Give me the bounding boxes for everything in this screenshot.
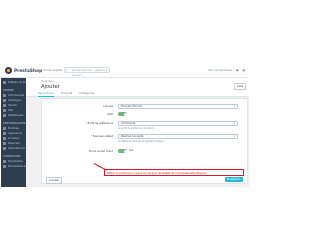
field-label: Actif bbox=[107, 113, 113, 116]
sidebar-item-dashboard[interactable]: Tableau de bord bbox=[3, 81, 29, 84]
tab-categories[interactable]: Catégories bbox=[79, 91, 94, 97]
form-row-active: Actif bbox=[42, 112, 249, 118]
profile-icon[interactable]: ● bbox=[243, 68, 245, 72]
tab-products[interactable]: Produits bbox=[61, 91, 72, 97]
form-row-language: Langue Français (French) ▾ bbox=[42, 104, 249, 110]
cancel-button[interactable]: Annuler bbox=[46, 177, 62, 184]
sidebar-item-international[interactable]: International bbox=[3, 147, 25, 150]
logo-text: PrestaShop bbox=[14, 68, 43, 73]
field-label-text: Nouveau statut bbox=[93, 135, 113, 138]
select-value: Commande bbox=[121, 122, 136, 125]
help-button[interactable]: Aide bbox=[234, 83, 246, 90]
sidebar-item-appearance[interactable]: Apparence bbox=[3, 132, 22, 135]
highlighted-notice: Définir un profil pour un pays ou une po… bbox=[104, 169, 244, 176]
help-text: Le profil de préférence du client... bbox=[118, 127, 156, 130]
chevron-down-icon: ▾ bbox=[233, 135, 235, 138]
payment-icon bbox=[3, 142, 6, 145]
view-shop-link[interactable]: Voir ma boutique bbox=[208, 68, 232, 72]
sidebar-item-label: Modules bbox=[8, 127, 19, 130]
select-value: Français (French) bbox=[121, 105, 143, 108]
sidebar-item-label: Commandes bbox=[8, 94, 25, 97]
sidebar-item-orders[interactable]: Commandes bbox=[3, 94, 24, 97]
sidebar-item-label: SAV bbox=[8, 109, 14, 112]
page-header: Modules / ... Ajouter Aide Paramètres Pr… bbox=[26, 78, 249, 97]
profile-select[interactable]: Commande ▾ bbox=[118, 121, 238, 126]
tab-bar: Paramètres Produits Catégories bbox=[38, 91, 94, 97]
modules-icon bbox=[3, 127, 6, 130]
form-panel: Langue Français (French) ▾ Actif * Profil… bbox=[41, 98, 248, 184]
settings-icon bbox=[3, 160, 6, 163]
sidebar-item-label: International bbox=[8, 147, 25, 150]
sidebar-item-label: Paiement bbox=[8, 142, 21, 145]
field-label-text: Profil de préférence bbox=[87, 122, 113, 125]
main-content: Modules / ... Ajouter Aide Paramètres Pr… bbox=[26, 78, 249, 187]
orders-icon bbox=[3, 94, 6, 97]
field-label: Langue bbox=[103, 105, 113, 108]
quick-access-menu[interactable]: Accès rapide bbox=[43, 68, 62, 72]
field-label: * Profil de préférence bbox=[85, 122, 113, 125]
sav-icon bbox=[3, 109, 6, 112]
search-input[interactable]: ⌕ Rechercher (ex. : référence produit... bbox=[64, 67, 110, 77]
sidebar-item-catalog[interactable]: Catalogue bbox=[3, 99, 21, 102]
field-label: Envoi e-mail client bbox=[89, 150, 113, 153]
customers-icon bbox=[3, 104, 6, 107]
sidebar-item-label: Livraison bbox=[8, 137, 20, 140]
tab-parameters[interactable]: Paramètres bbox=[38, 91, 54, 97]
appearance-icon bbox=[3, 132, 6, 135]
active-toggle[interactable] bbox=[118, 112, 127, 116]
chevron-down-icon: ▾ bbox=[233, 122, 235, 125]
save-button[interactable]: Enregistrer bbox=[225, 177, 243, 182]
breadcrumb[interactable]: Modules / ... bbox=[41, 80, 57, 83]
sidebar-section-customize: PERSONNALISER bbox=[3, 122, 26, 125]
help-text: Le statut de commande appliqué lorsque..… bbox=[118, 140, 166, 143]
toggle-label: Oui bbox=[129, 149, 134, 152]
sidebar-item-label: Apparence bbox=[8, 132, 22, 135]
dashboard-icon bbox=[3, 81, 6, 84]
sidebar-item-label: Statistiques bbox=[8, 114, 24, 117]
catalog-icon bbox=[3, 99, 6, 102]
prestashop-logo[interactable]: PrestaShop bbox=[5, 67, 42, 74]
page-title: Ajouter bbox=[41, 84, 60, 90]
sidebar-item-label: Paramètres bbox=[8, 160, 23, 163]
stats-icon bbox=[3, 114, 6, 117]
sidebar-section-sell: VENDRE bbox=[3, 89, 14, 92]
advanced-settings-icon bbox=[3, 165, 6, 168]
sidebar-item-settings[interactable]: Paramètres bbox=[3, 160, 23, 163]
sidebar-item-shipping[interactable]: Livraison bbox=[3, 137, 20, 140]
top-bar-right: Voir ma boutique ● ● bbox=[208, 68, 245, 72]
sidebar-item-customers[interactable]: Clients bbox=[3, 104, 17, 107]
select-value: Paiement accepté bbox=[121, 135, 144, 138]
top-bar: PrestaShop Accès rapide ⌕ Rechercher (ex… bbox=[1, 64, 249, 78]
notifications-icon[interactable]: ● bbox=[236, 68, 238, 72]
sidebar-item-label: Catalogue bbox=[8, 99, 22, 102]
sidebar-item-modules[interactable]: Modules bbox=[3, 127, 19, 130]
sidebar-item-label: Clients bbox=[8, 104, 17, 107]
search-placeholder: Rechercher (ex. : référence produit... bbox=[72, 69, 108, 77]
prestashop-admin-window: PrestaShop Accès rapide ⌕ Rechercher (ex… bbox=[1, 64, 249, 187]
prestashop-logo-icon bbox=[5, 67, 12, 74]
shipping-icon bbox=[3, 137, 6, 140]
screenshot-frame: PrestaShop Accès rapide ⌕ Rechercher (ex… bbox=[0, 0, 250, 250]
language-select[interactable]: Français (French) ▾ bbox=[118, 104, 238, 109]
sidebar-item-payment[interactable]: Paiement bbox=[3, 142, 20, 145]
send-email-toggle[interactable] bbox=[118, 149, 127, 153]
search-icon: ⌕ bbox=[66, 68, 68, 72]
international-icon bbox=[3, 147, 6, 150]
field-label: * Nouveau statut bbox=[91, 135, 113, 138]
form-row-send-email: Envoi e-mail client Oui bbox=[42, 149, 249, 155]
sidebar: Tableau de bord VENDRE Commandes Catalog… bbox=[1, 78, 34, 187]
sidebar-item-stats[interactable]: Statistiques bbox=[3, 114, 23, 117]
chevron-down-icon: ▾ bbox=[233, 105, 235, 108]
sidebar-item-sav[interactable]: SAV bbox=[3, 109, 13, 112]
sidebar-section-configure: CONFIGURER bbox=[3, 155, 21, 158]
status-select[interactable]: Paiement accepté ▾ bbox=[118, 134, 238, 139]
